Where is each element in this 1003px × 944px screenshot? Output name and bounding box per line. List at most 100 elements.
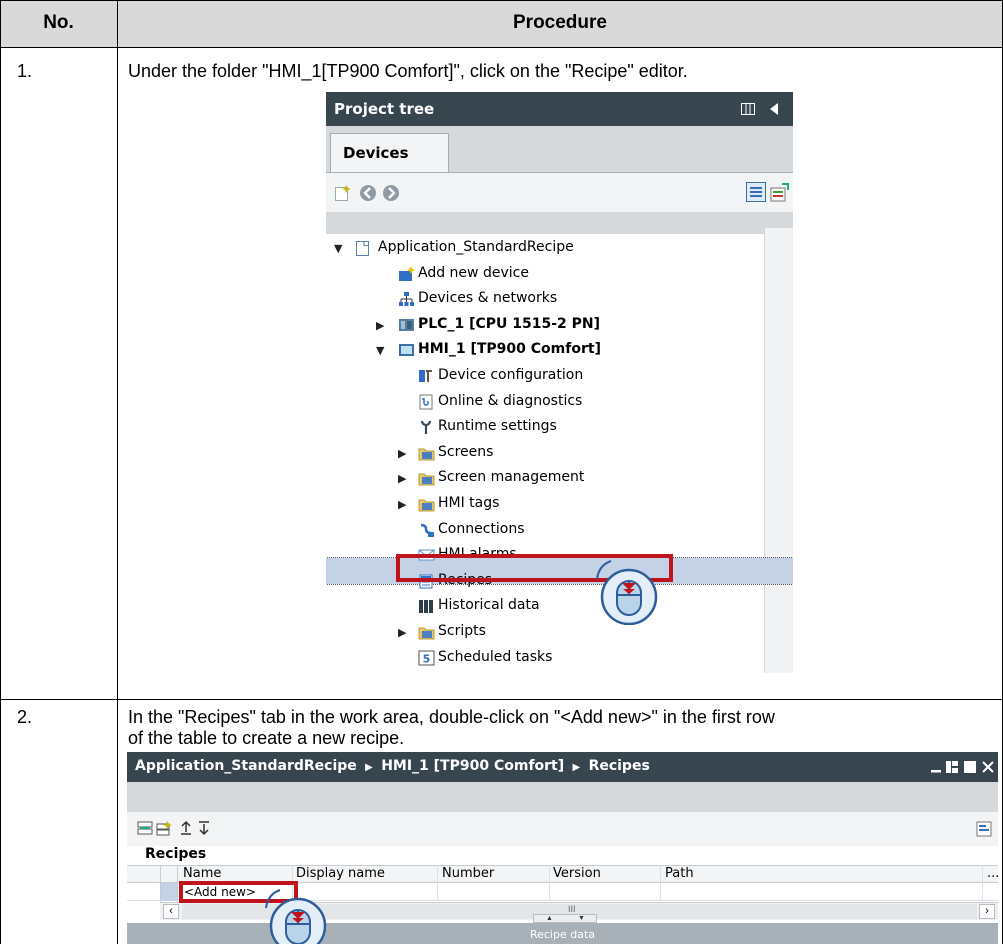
- tree-item-label: Devices & networks: [418, 290, 558, 307]
- column-header-version[interactable]: Version: [553, 866, 601, 881]
- tree-item-label: PLC_1 [CPU 1515-2 PN]: [418, 315, 601, 332]
- breadcrumb-item-recipes[interactable]: Recipes: [589, 758, 650, 774]
- header-procedure: Procedure: [513, 12, 607, 33]
- tree-item-label: Screens: [438, 443, 494, 460]
- breadcrumb: Application_StandardRecipe ▶ HMI_1 [TP90…: [135, 758, 650, 774]
- tree-item-label: HMI_1 [TP900 Comfort]: [418, 341, 601, 358]
- folder-icon: [418, 473, 435, 486]
- mouse-click-icon: [595, 559, 661, 630]
- folder-icon: [418, 499, 435, 512]
- splitter-handle-icon[interactable]: ▲ ▼: [533, 914, 597, 923]
- row-selector[interactable]: [161, 883, 177, 901]
- diagnostics-icon: [419, 394, 433, 410]
- expand-down-icon[interactable]: ▼: [376, 344, 384, 357]
- tree-item-label: Historical data: [438, 597, 540, 614]
- tree-item-label: Scripts: [438, 623, 486, 639]
- connections-icon: [420, 523, 434, 537]
- project-tree-titlebar: Project tree: [326, 92, 793, 126]
- column-header-name[interactable]: Name: [183, 866, 221, 881]
- back-icon[interactable]: [359, 184, 377, 202]
- column-header-path[interactable]: Path: [665, 866, 694, 881]
- tree-item-application-standardrecipe[interactable]: ▼ Application_StandardRecipe: [326, 236, 764, 262]
- column-header-display-name[interactable]: Display name: [296, 866, 385, 881]
- tree-item-online-diagnostics[interactable]: Online & diagnostics: [326, 390, 764, 416]
- tab-devices[interactable]: Devices: [330, 133, 449, 173]
- new-item-icon[interactable]: [334, 184, 352, 202]
- breadcrumb-item-project[interactable]: Application_StandardRecipe: [135, 758, 357, 774]
- breadcrumb-separator-icon: ▶: [569, 762, 584, 773]
- overview-icon[interactable]: [746, 182, 766, 202]
- recipe-toolbar: [127, 812, 998, 846]
- column-chooser-button[interactable]: ...: [987, 866, 998, 881]
- folder-icon: [418, 448, 435, 461]
- tree-item-hmi-1-tp900-comfort[interactable]: ▼ HMI_1 [TP900 Comfort]: [326, 338, 764, 364]
- tree-item-label: HMI tags: [438, 495, 500, 511]
- export-icon[interactable]: [770, 182, 790, 202]
- sort-descending-icon[interactable]: [197, 820, 211, 836]
- tree-item-add-new-device[interactable]: Add new device: [326, 262, 764, 288]
- properties-view-icon[interactable]: [976, 821, 992, 837]
- tree-item-runtime-settings[interactable]: Runtime settings: [326, 415, 764, 441]
- tree-item-label: Connections: [438, 520, 525, 537]
- add-row-icon[interactable]: [156, 820, 172, 836]
- breadcrumb-separator-icon: ▶: [361, 762, 377, 773]
- tree-item-connections[interactable]: Connections: [326, 518, 764, 544]
- tree-item-device-configuration[interactable]: Device configuration: [326, 364, 764, 390]
- tree-item-plc-1-cpu-1515-2-pn[interactable]: ▶ PLC_1 [CPU 1515-2 PN]: [326, 313, 764, 339]
- add-device-icon: [399, 265, 415, 281]
- tree-item-label: Runtime settings: [438, 418, 557, 435]
- maximize-icon[interactable]: [963, 760, 977, 774]
- expand-down-icon[interactable]: ▼: [334, 242, 342, 255]
- close-icon[interactable]: [981, 760, 995, 774]
- tree-item-label: Add new device: [418, 264, 529, 281]
- scroll-right-button[interactable]: ›: [979, 904, 995, 919]
- recipes-section-title: Recipes: [145, 846, 207, 862]
- row1-text: Under the folder "HMI_1[TP900 Comfort]",…: [128, 61, 688, 81]
- project-tree-toolbar: [326, 172, 793, 212]
- project-icon: [356, 241, 369, 256]
- expand-right-icon[interactable]: ▶: [398, 472, 406, 485]
- runtime-settings-icon: [420, 420, 432, 435]
- tree-item-label: Online & diagnostics: [438, 392, 583, 409]
- project-tree-title: Project tree: [334, 100, 435, 118]
- breadcrumb-item-hmi[interactable]: HMI_1 [TP900 Comfort]: [381, 758, 564, 774]
- expand-right-icon[interactable]: ▶: [398, 626, 406, 639]
- float-icon[interactable]: [945, 760, 959, 774]
- scroll-left-button[interactable]: ‹: [163, 904, 179, 919]
- header-no: No.: [43, 12, 74, 33]
- collapse-panel-icon[interactable]: [769, 102, 779, 116]
- folder-icon: [418, 627, 435, 640]
- expand-right-icon[interactable]: ▶: [376, 319, 384, 332]
- insert-row-icon[interactable]: [137, 820, 153, 836]
- tree-item-historical-data[interactable]: Historical data: [326, 594, 764, 620]
- row2-text-line2: of the table to create a new recipe.: [128, 728, 405, 748]
- tree-item-devices-networks[interactable]: Devices & networks: [326, 287, 764, 313]
- column-header-number[interactable]: Number: [442, 866, 494, 881]
- project-tree-scrollbar[interactable]: [765, 228, 793, 673]
- expand-right-icon[interactable]: ▶: [398, 447, 406, 460]
- tree-item-scripts[interactable]: ▶ Scripts: [326, 620, 764, 646]
- row2-text-line1: In the "Recipes" tab in the work area, d…: [128, 707, 775, 727]
- forward-icon[interactable]: [382, 184, 400, 202]
- recipe-editor-titlebar: Application_StandardRecipe ▶ HMI_1 [TP90…: [127, 752, 998, 782]
- row1-number: 1.: [17, 61, 33, 81]
- minimize-icon[interactable]: [930, 761, 942, 773]
- tree-item-label: Scheduled tasks: [438, 648, 553, 665]
- svg-text:5: 5: [423, 652, 431, 665]
- recipe-data-label: Recipe data: [529, 928, 596, 941]
- plc-icon: [399, 318, 414, 331]
- device-config-icon: [419, 370, 432, 382]
- historical-data-icon: [419, 600, 433, 614]
- project-tree-panel: Project tree Devices ▼ Application_Stand…: [326, 92, 793, 673]
- recipe-data-bar[interactable]: Recipe data: [127, 923, 998, 944]
- row2-number: 2.: [17, 707, 33, 727]
- expand-right-icon[interactable]: ▶: [398, 498, 406, 511]
- split-view-icon[interactable]: [741, 103, 755, 115]
- tree-item-scheduled-tasks[interactable]: 5 Scheduled tasks: [326, 646, 764, 672]
- recipe-editor-panel: Application_StandardRecipe ▶ HMI_1 [TP90…: [127, 752, 998, 944]
- tree-item-screens[interactable]: ▶ Screens: [326, 441, 764, 467]
- tree-item-screen-management[interactable]: ▶ Screen management: [326, 466, 764, 492]
- mouse-click-icon: [264, 888, 330, 944]
- tree-item-hmi-tags[interactable]: ▶ HMI tags: [326, 492, 764, 518]
- sort-ascending-icon[interactable]: [179, 820, 193, 836]
